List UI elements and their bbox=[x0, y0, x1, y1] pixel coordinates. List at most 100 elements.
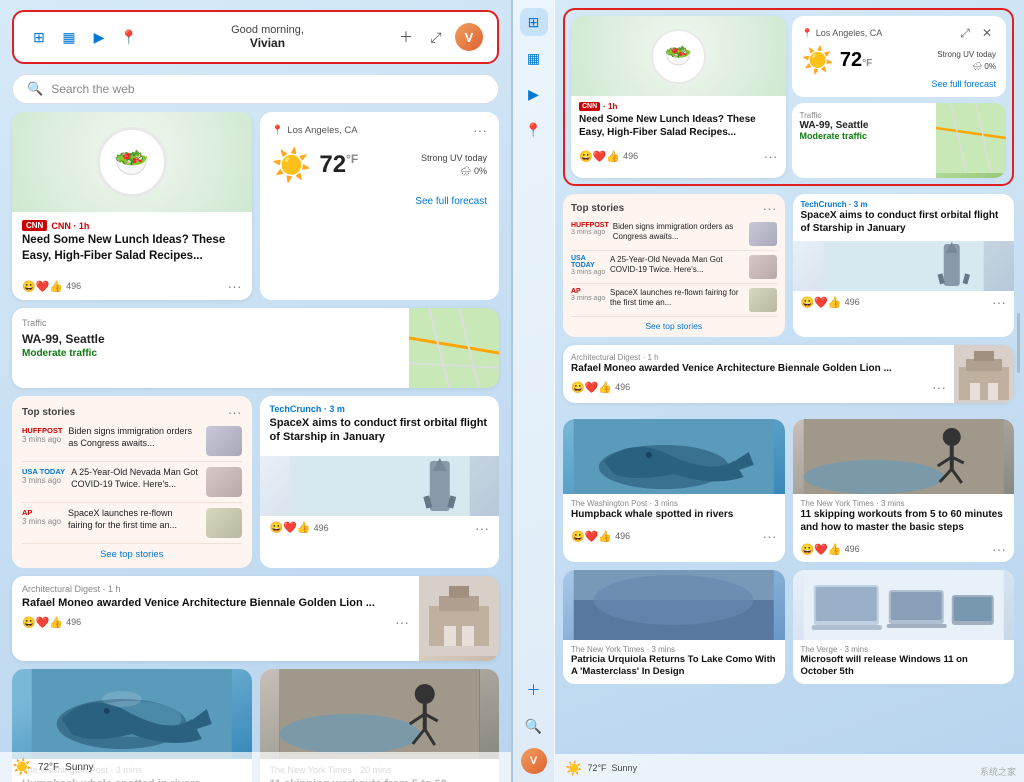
traffic-card[interactable]: Traffic WA-99, Seattle Moderate traffic bbox=[12, 308, 499, 388]
location-icon[interactable]: 📍 bbox=[118, 26, 140, 48]
story-text-2: A 25-Year-Old Nevada Man Got COVID-19 Tw… bbox=[71, 467, 199, 490]
spacex-reactions: 😀❤️👍 496 bbox=[270, 521, 329, 534]
avatar[interactable]: V bbox=[455, 23, 483, 51]
r-spacex-card[interactable]: TechCrunch · 3 m SpaceX aims to conduct … bbox=[793, 194, 1015, 337]
r-whale-more[interactable]: ··· bbox=[763, 528, 777, 544]
r-venice-card[interactable]: Architectural Digest · 1 h Rafael Moneo … bbox=[563, 345, 1014, 403]
r-whale-reactions: 😀❤️👍 496 bbox=[571, 530, 630, 543]
r-cnn-badge: CNN bbox=[579, 102, 600, 111]
r-sidebar-widget-icon[interactable]: ▦ bbox=[520, 44, 548, 72]
r-workout-card[interactable]: The New York Times · 3 mins 11 skipping … bbox=[793, 419, 1015, 562]
r-story-badge-1: HUFFPOST 3 mins ago bbox=[571, 222, 609, 236]
story-item-3[interactable]: AP 3 mins ago SpaceX launches re-flown f… bbox=[22, 508, 242, 544]
media-icon[interactable]: ▶ bbox=[88, 26, 110, 48]
story-badge-2: USA TODAY 3 mins ago bbox=[22, 467, 65, 485]
weather-temp-row: ☀️ 72°F Strong UV today 🌧 0% bbox=[272, 146, 488, 184]
r-weather-expand[interactable]: ⤢ bbox=[956, 24, 974, 42]
stories-title: Top stories bbox=[22, 407, 75, 418]
reactions: 😀❤️👍 496 bbox=[22, 280, 81, 293]
r-content-area[interactable]: 🥗 CNN · 1h Need Some New Lunch Ideas? Th… bbox=[555, 0, 1024, 782]
r-weather-desc: Strong UV today 🌧 0% bbox=[937, 49, 996, 71]
r-spacex-image bbox=[793, 241, 1015, 291]
widget-icon[interactable]: ▦ bbox=[58, 26, 80, 48]
expand-button[interactable]: ⤢ bbox=[425, 26, 447, 48]
r-traffic-source: Traffic bbox=[800, 111, 929, 120]
sun-icon: ☀️ bbox=[272, 146, 312, 184]
r-weather-close[interactable]: ✕ bbox=[978, 24, 996, 42]
top-bar: ⊞ ▦ ▶ 📍 Good morning, Vivian ＋ ⤢ V bbox=[12, 10, 499, 64]
r-stories-header: Top stories ··· bbox=[571, 200, 777, 216]
r-patricia-card[interactable]: The New York Times · 3 mins Patricia Urq… bbox=[563, 570, 785, 684]
spacex-more[interactable]: ··· bbox=[475, 520, 489, 536]
left-panel: ⊞ ▦ ▶ 📍 Good morning, Vivian ＋ ⤢ V 🔍 Sea… bbox=[0, 0, 511, 782]
add-button[interactable]: ＋ bbox=[395, 26, 417, 48]
stories-more[interactable]: ··· bbox=[228, 404, 242, 420]
search-bar[interactable]: 🔍 Search the web bbox=[12, 74, 499, 104]
search-placeholder: Search the web bbox=[51, 82, 134, 96]
r-traffic-card[interactable]: Traffic WA-99, Seattle Moderate traffic bbox=[792, 103, 1007, 178]
spacex-footer: 😀❤️👍 496 ··· bbox=[260, 516, 500, 542]
r-see-more[interactable]: See top stories bbox=[571, 321, 777, 331]
r-traffic-title: WA-99, Seattle bbox=[800, 120, 929, 131]
story-item-1[interactable]: HUFFPOST 3 mins ago Biden signs immigrat… bbox=[22, 426, 242, 462]
r-spacex-reactions: 😀❤️👍 496 bbox=[801, 296, 860, 309]
r-story-thumb-2 bbox=[749, 255, 777, 279]
r-story-badge-3: AP 3 mins ago bbox=[571, 288, 606, 302]
r-story-badge-2: USA TODAY 3 mins ago bbox=[571, 255, 606, 276]
r-avatar[interactable]: V bbox=[521, 748, 547, 774]
r-top-grid: 🥗 CNN · 1h Need Some New Lunch Ideas? Th… bbox=[565, 10, 1012, 184]
r-red-section: 🥗 CNN · 1h Need Some New Lunch Ideas? Th… bbox=[563, 8, 1014, 186]
spacex-card[interactable]: TechCrunch · 3 m SpaceX aims to conduct … bbox=[260, 396, 500, 568]
r-story-2[interactable]: USA TODAY 3 mins ago A 25-Year-Old Nevad… bbox=[571, 255, 777, 284]
venice-info: Architectural Digest · 1 h Rafael Moneo … bbox=[12, 576, 419, 661]
r-sidebar-location-icon[interactable]: 📍 bbox=[520, 116, 548, 144]
bottom-status: ☀️ 72°F Sunny bbox=[0, 752, 511, 782]
main-news-card[interactable]: 🥗 CNN CNN · 1h Need Some New Lunch Ideas… bbox=[12, 112, 252, 300]
r-status-sun-icon: ☀️ bbox=[565, 760, 582, 777]
r-sidebar-grid-icon[interactable]: ⊞ bbox=[520, 8, 548, 36]
r-story-3[interactable]: AP 3 mins ago SpaceX launches re-flown f… bbox=[571, 288, 777, 317]
r-weather-link[interactable]: See full forecast bbox=[802, 79, 997, 89]
story-badge-1: HUFFPOST 3 mins ago bbox=[22, 426, 62, 444]
r-whale-source: The Washington Post · 3 mins bbox=[571, 499, 777, 508]
r-bottom-status: ☀️ 72°F Sunny bbox=[555, 754, 1024, 782]
salad-icon: 🥗 bbox=[97, 127, 167, 197]
weather-link[interactable]: See full forecast bbox=[272, 196, 488, 207]
r-stories-more[interactable]: ··· bbox=[763, 200, 777, 216]
r-venice-more[interactable]: ··· bbox=[932, 379, 946, 395]
grid-icon[interactable]: ⊞ bbox=[28, 26, 50, 48]
r-sidebar-search-icon[interactable]: 🔍 bbox=[520, 712, 548, 740]
r-spacex-more[interactable]: ··· bbox=[992, 294, 1006, 310]
r-main-news-card[interactable]: 🥗 CNN · 1h Need Some New Lunch Ideas? Th… bbox=[571, 16, 786, 178]
see-top-stories[interactable]: See top stories bbox=[22, 549, 242, 560]
r-whale-card[interactable]: The Washington Post · 3 mins Humpback wh… bbox=[563, 419, 785, 562]
r-status-condition: Sunny bbox=[612, 763, 638, 773]
r-workout-title: 11 skipping workouts from 5 to 60 minute… bbox=[801, 508, 1007, 534]
r-sidebar-add-icon[interactable]: ＋ bbox=[520, 676, 548, 704]
venice-card[interactable]: Architectural Digest · 1 h Rafael Moneo … bbox=[12, 576, 499, 661]
r-news-image: 🥗 bbox=[571, 16, 786, 96]
venice-title: Rafael Moneo awarded Venice Architecture… bbox=[22, 596, 409, 610]
r-news-more[interactable]: ··· bbox=[764, 148, 778, 164]
stories-row: Top stories ··· HUFFPOST 3 mins ago Bide… bbox=[12, 396, 499, 568]
story-item-2[interactable]: USA TODAY 3 mins ago A 25-Year-Old Nevad… bbox=[22, 467, 242, 503]
r-story-1[interactable]: HUFFPOST 3 mins ago Biden signs immigrat… bbox=[571, 222, 777, 251]
news-image: 🥗 bbox=[12, 112, 252, 212]
r-weather-temp: 72°F bbox=[840, 49, 872, 72]
top-bar-actions: ＋ ⤢ V bbox=[395, 23, 483, 51]
content-area[interactable]: 🥗 CNN CNN · 1h Need Some New Lunch Ideas… bbox=[0, 112, 511, 782]
r-story-thumb-3 bbox=[749, 288, 777, 312]
r-weather-location: 📍 Los Angeles, CA bbox=[802, 28, 883, 39]
r-sidebar-media-icon[interactable]: ▶ bbox=[520, 80, 548, 108]
spacex-source: TechCrunch · 3 m bbox=[270, 404, 490, 414]
r-workout-more[interactable]: ··· bbox=[992, 541, 1006, 557]
more-button[interactable]: ··· bbox=[228, 278, 242, 294]
venice-more[interactable]: ··· bbox=[395, 614, 409, 630]
story-text-1: Biden signs immigration orders as Congre… bbox=[68, 426, 199, 449]
weather-card: 📍 Los Angeles, CA ··· ☀️ 72°F Strong UV … bbox=[260, 112, 500, 300]
weather-more[interactable]: ··· bbox=[473, 122, 487, 138]
story-text-3: SpaceX launches re-flown fairing for the… bbox=[68, 508, 200, 531]
r-windows-card[interactable]: The Verge · 3 mins Microsoft will releas… bbox=[793, 570, 1015, 684]
greeting-area: Good morning, Vivian bbox=[150, 24, 385, 50]
top-stories-card: Top stories ··· HUFFPOST 3 mins ago Bide… bbox=[12, 396, 252, 568]
